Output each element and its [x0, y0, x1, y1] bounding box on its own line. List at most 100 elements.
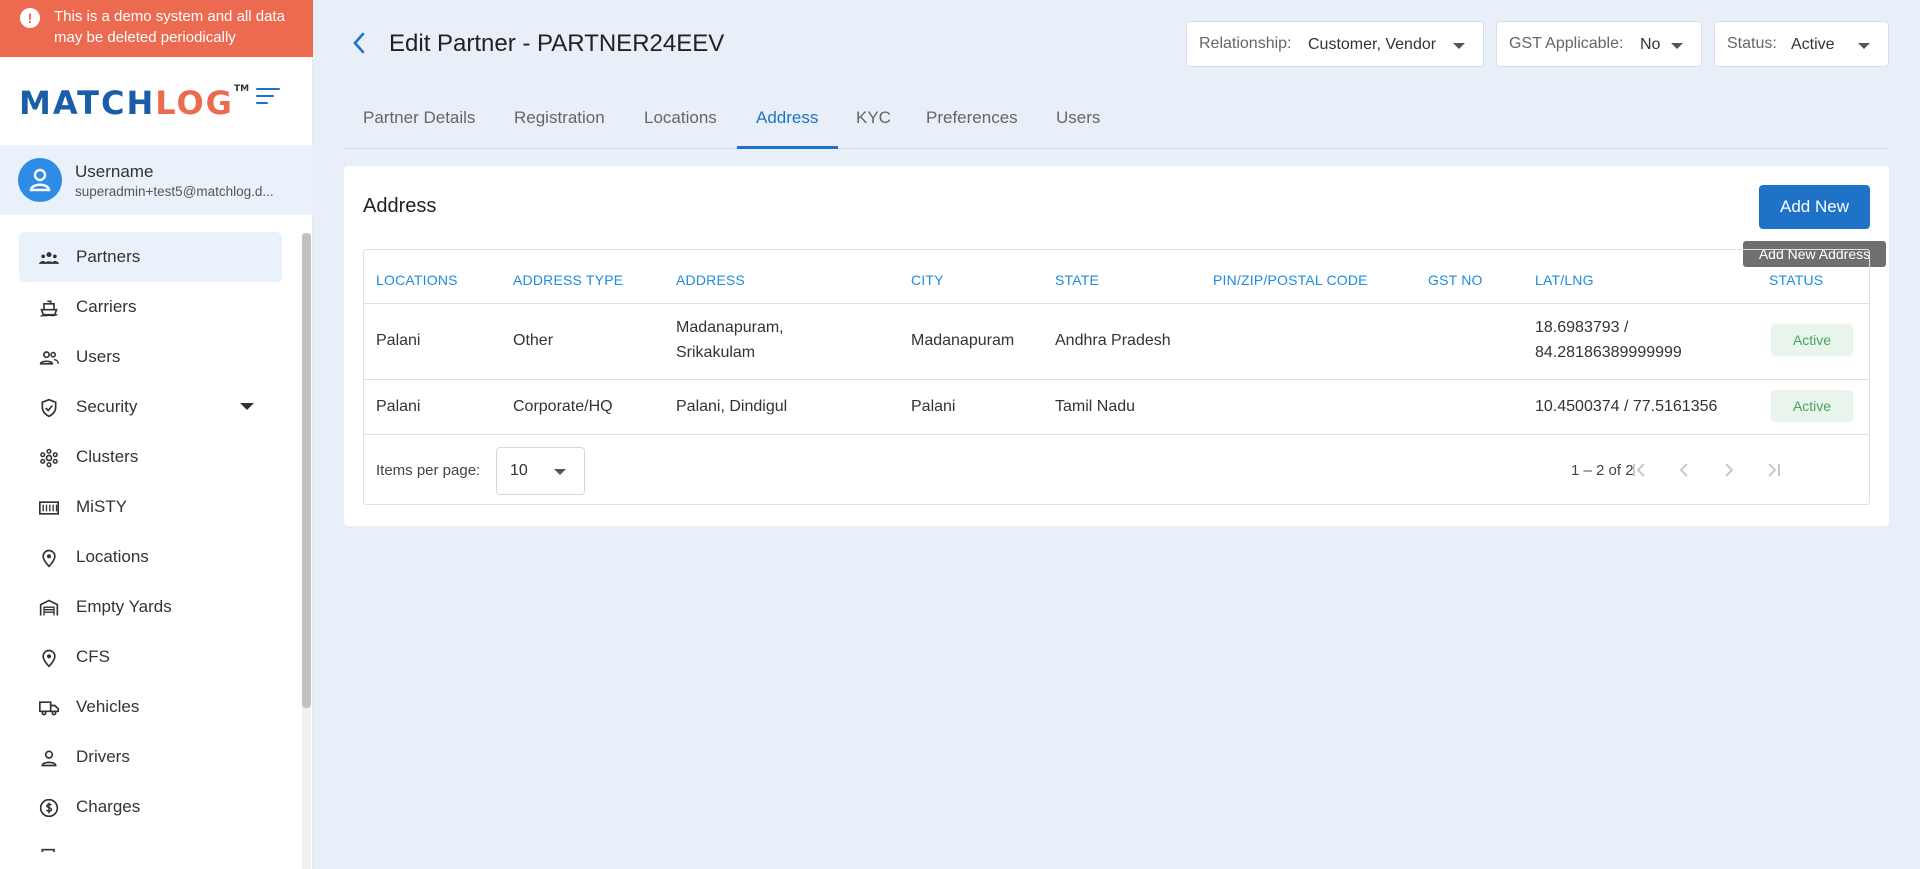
cell-state: Tamil Nadu	[1055, 398, 1136, 415]
tab-kyc[interactable]: KYC	[856, 108, 891, 148]
column-header[interactable]: ADDRESS	[676, 272, 745, 288]
cell-latlng-line1: 18.6983793 /	[1535, 319, 1629, 336]
sidebar-item-cfs[interactable]: CFS	[19, 632, 282, 682]
partners-icon	[39, 252, 59, 264]
column-header[interactable]: LAT/LNG	[1535, 272, 1594, 288]
cell-address-line2: Srikakulam	[676, 344, 756, 361]
ship-icon	[40, 300, 58, 317]
last-page-icon[interactable]	[1760, 456, 1788, 484]
sidebar-item-charges[interactable]: Charges	[19, 782, 282, 832]
cell-latlng-line1: 10.4500374 / 77.5161356	[1535, 398, 1718, 415]
sidebar-item-empty-yards[interactable]: Empty Yards	[19, 582, 282, 632]
user-name: Username	[75, 162, 154, 181]
items-per-page-label: Items per page:	[376, 462, 481, 479]
chevron-down-icon	[554, 469, 566, 475]
tab-registration[interactable]: Registration	[514, 108, 605, 148]
sidebar-item-vehicles[interactable]: Vehicles	[19, 682, 282, 732]
column-header[interactable]: PIN/ZIP/POSTAL CODE	[1213, 272, 1368, 288]
address-card: Address Add New Add New Address LOCATION…	[344, 166, 1889, 526]
cluster-icon	[40, 448, 58, 468]
sidebar-item-clusters[interactable]: Clusters	[19, 432, 282, 482]
status-value: Active	[1791, 36, 1835, 53]
gst-applicable-select[interactable]: GST Applicable: No	[1496, 21, 1702, 67]
person-icon	[41, 750, 57, 767]
tab-partner-details[interactable]: Partner Details	[363, 108, 475, 148]
demo-banner-text: This is a demo system and all data may b…	[54, 8, 285, 46]
menu-toggle-icon[interactable]	[256, 86, 282, 106]
relationship-select[interactable]: Relationship: Customer, Vendor	[1186, 21, 1484, 67]
status-select[interactable]: Status: Active	[1714, 21, 1889, 67]
status-badge: Active	[1771, 390, 1853, 422]
sidebar-scrollbar-thumb[interactable]	[302, 233, 311, 708]
tab-address[interactable]: Address	[756, 108, 818, 148]
chevron-down-icon[interactable]	[240, 403, 254, 410]
first-page-icon[interactable]	[1625, 456, 1653, 484]
sidebar-item-label: CFS	[76, 647, 110, 666]
header-divider	[364, 303, 1869, 304]
add-new-button[interactable]: Add New	[1759, 185, 1870, 229]
sidebar-item-users[interactable]: Users	[19, 332, 282, 382]
next-page-icon[interactable]	[1715, 456, 1743, 484]
column-header[interactable]: ADDRESS TYPE	[513, 272, 623, 288]
relationship-label: Relationship:	[1199, 35, 1292, 52]
sidebar-item-label: Users	[76, 347, 121, 366]
sidebar-item-label: Security	[76, 397, 138, 416]
cell-state: Andhra Pradesh	[1055, 332, 1171, 349]
sidebar-item-label: Carriers	[76, 297, 137, 316]
sidebar-item-drivers[interactable]: Drivers	[19, 732, 282, 782]
users-icon	[39, 351, 59, 365]
chevron-down-icon	[1671, 43, 1683, 49]
cell-location: Palani	[376, 398, 421, 415]
cell-location: Palani	[376, 332, 421, 349]
cell-city: Madanapuram	[911, 332, 1015, 349]
sidebar-item-misty[interactable]: MiSTY	[19, 482, 282, 532]
sidebar-item-label: Empty Yards	[76, 597, 172, 616]
logo-match: MATCH	[19, 84, 156, 122]
sidebar-item-carriers[interactable]: Carriers	[19, 282, 282, 332]
column-header[interactable]: STATE	[1055, 272, 1099, 288]
sidebar-item-label: Drivers	[76, 747, 130, 766]
warehouse-icon	[39, 599, 59, 616]
back-arrow-icon[interactable]	[350, 30, 370, 56]
row-divider	[364, 434, 1869, 435]
sidebar-item-locations[interactable]: Locations	[19, 532, 282, 582]
tab-locations[interactable]: Locations	[644, 108, 717, 148]
card-title: Address	[363, 195, 437, 217]
tab-users[interactable]: Users	[1056, 108, 1100, 148]
gst-applicable-label: GST Applicable:	[1509, 35, 1624, 52]
column-header[interactable]: STATUS	[1769, 272, 1823, 288]
sidebar-item-label: MiSTY	[76, 497, 127, 516]
cell-address-type: Corporate/HQ	[513, 398, 613, 415]
sidebar-item-partners[interactable]: Partners	[19, 232, 282, 282]
cell-city: Palani	[911, 398, 956, 415]
address-table: LOCATIONS ADDRESS TYPE ADDRESS CITY STAT…	[363, 249, 1870, 505]
cell-address-type: Other	[513, 332, 554, 349]
column-header[interactable]: CITY	[911, 272, 944, 288]
logo-tm: TM	[233, 84, 250, 94]
items-per-page-select[interactable]: 10	[496, 447, 585, 495]
sidebar-item-label: Partners	[76, 247, 141, 266]
logo-log: LOG	[155, 84, 234, 122]
sidebar-item-security[interactable]: Security	[19, 382, 282, 432]
column-header[interactable]: GST NO	[1428, 272, 1483, 288]
gst-applicable-value: No	[1640, 36, 1661, 53]
location-pin-icon	[42, 549, 56, 568]
sidebar-item-partial[interactable]	[19, 832, 282, 852]
sidebar-item-label: Locations	[76, 547, 149, 566]
matchlog-logo[interactable]: MATCHLOGTM	[19, 84, 249, 122]
cell-address-line1: Palani, Dindigul	[676, 398, 788, 415]
dollar-circle-icon	[39, 798, 59, 818]
location-pin-icon	[42, 649, 56, 668]
column-header[interactable]: LOCATIONS	[376, 272, 458, 288]
demo-banner: ! This is a demo system and all data may…	[0, 0, 313, 57]
row-divider	[364, 379, 1869, 380]
previous-page-icon[interactable]	[1670, 456, 1698, 484]
tab-bar: Partner Details Registration Locations A…	[345, 100, 1889, 149]
tab-preferences[interactable]: Preferences	[926, 108, 1018, 148]
alert-circle-icon: !	[20, 8, 40, 28]
items-per-page-value: 10	[510, 462, 528, 479]
user-profile[interactable]: Username superadmin+test5@matchlog.d...	[0, 145, 313, 215]
chevron-down-icon	[1858, 43, 1870, 49]
sidebar-item-label: Charges	[76, 797, 141, 816]
relationship-value: Customer, Vendor	[1308, 36, 1437, 53]
